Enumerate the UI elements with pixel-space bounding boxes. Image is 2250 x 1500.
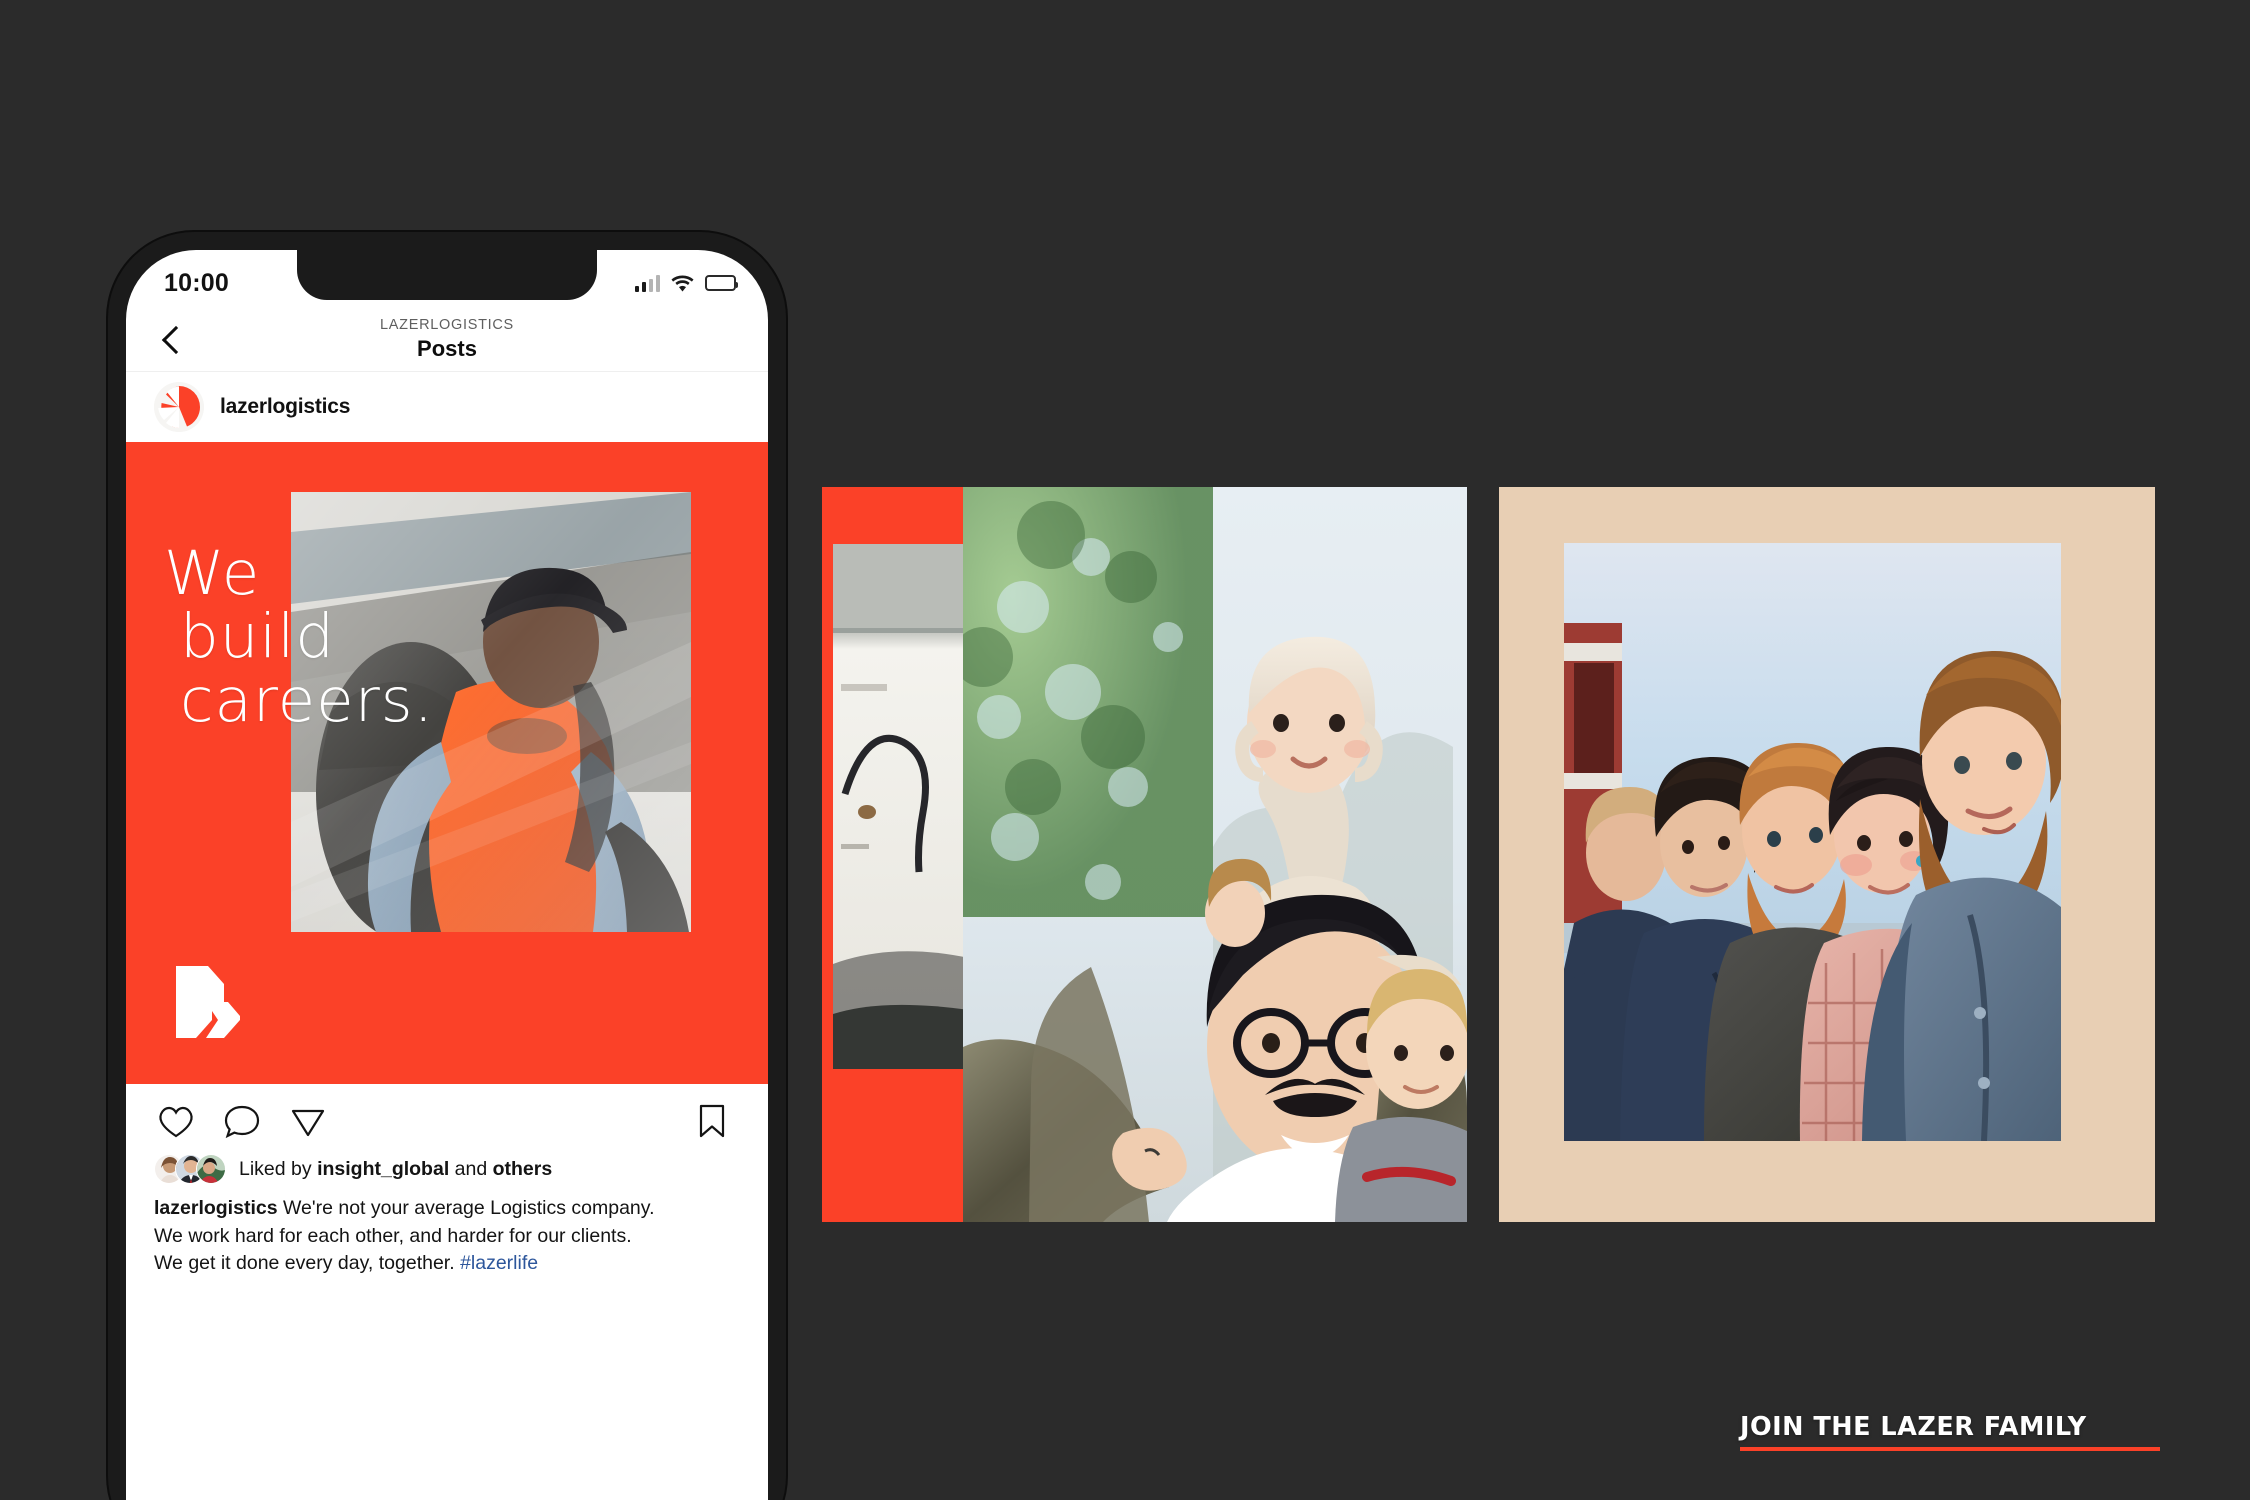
cellular-bars-icon bbox=[635, 274, 660, 292]
post-caption-block: Liked by insight_global and others lazer… bbox=[126, 1150, 768, 1278]
lazer-l-mark-icon bbox=[166, 962, 242, 1042]
right-panel-headline: JOIN THE LAZER FAMILY bbox=[1740, 1412, 2087, 1442]
liked-prefix: Liked by bbox=[239, 1157, 318, 1180]
nav-kicker: LAZERLOGISTICS bbox=[380, 317, 514, 333]
status-time: 10:00 bbox=[164, 268, 229, 297]
right-panel[interactable]: JOIN THE LAZER FAMILY bbox=[1499, 487, 2160, 1451]
mockup-canvas: 10:00 LAZERLOGISTICS Posts lazerlogistic… bbox=[0, 0, 2250, 1500]
post-image-we-build-careers[interactable]: We build careers. bbox=[126, 442, 768, 1084]
status-indicators bbox=[635, 274, 738, 292]
liked-others[interactable]: others bbox=[493, 1158, 553, 1180]
poster-headline-line-2: build bbox=[180, 601, 335, 673]
caption-line-2: We work hard for each other, and harder … bbox=[154, 1224, 632, 1247]
heart-icon[interactable] bbox=[154, 1099, 198, 1143]
wifi-icon bbox=[671, 275, 694, 292]
back-chevron-icon[interactable] bbox=[156, 323, 190, 357]
middle-inset-photo-truck-mirror bbox=[833, 544, 969, 1069]
page-title: Posts bbox=[417, 336, 477, 361]
caption-line-3: We get it done every day, together. bbox=[154, 1252, 461, 1275]
battery-icon bbox=[705, 275, 738, 291]
post-username[interactable]: lazerlogistics bbox=[220, 395, 350, 419]
headline-underline-rule bbox=[1740, 1447, 2160, 1451]
lazerlogistics-avatar-logo[interactable] bbox=[154, 382, 204, 432]
post-header[interactable]: lazerlogistics bbox=[126, 372, 768, 442]
poster-headline-line-3: careers. bbox=[180, 664, 434, 736]
phone-notch bbox=[297, 250, 597, 300]
liked-by-avatars bbox=[154, 1154, 226, 1184]
middle-panel[interactable] bbox=[822, 487, 1467, 1222]
caption-hashtag[interactable]: #lazerlife bbox=[460, 1252, 538, 1274]
avatar bbox=[196, 1154, 226, 1184]
right-photo-team bbox=[1564, 543, 2061, 1141]
poster-headline: We build careers. bbox=[164, 538, 434, 736]
nav-bar: LAZERLOGISTICS Posts bbox=[126, 308, 768, 372]
comment-bubble-icon[interactable] bbox=[220, 1099, 264, 1143]
middle-photo-family bbox=[963, 487, 1467, 1222]
liked-middle: and bbox=[449, 1157, 493, 1180]
poster-headline-line-1: We bbox=[164, 538, 261, 609]
liked-username[interactable]: insight_global bbox=[317, 1158, 449, 1180]
nav-title-group: LAZERLOGISTICS Posts bbox=[126, 308, 768, 371]
liked-by-text: Liked by insight_global and others bbox=[239, 1158, 552, 1181]
caption-line-1: We're not your average Logistics company… bbox=[277, 1197, 655, 1219]
right-panel-headline-block: JOIN THE LAZER FAMILY bbox=[1740, 1412, 2160, 1451]
liked-by-row[interactable]: Liked by insight_global and others bbox=[154, 1154, 740, 1184]
caption-username[interactable]: lazerlogistics bbox=[154, 1197, 278, 1219]
post-action-bar bbox=[126, 1084, 768, 1150]
phone-device: 10:00 LAZERLOGISTICS Posts lazerlogistic… bbox=[108, 232, 786, 1500]
bookmark-icon[interactable] bbox=[690, 1099, 734, 1143]
phone-screen: 10:00 LAZERLOGISTICS Posts lazerlogistic… bbox=[126, 250, 768, 1500]
caption-text: lazerlogistics We're not your average Lo… bbox=[154, 1195, 740, 1278]
share-paper-plane-icon[interactable] bbox=[286, 1099, 330, 1143]
